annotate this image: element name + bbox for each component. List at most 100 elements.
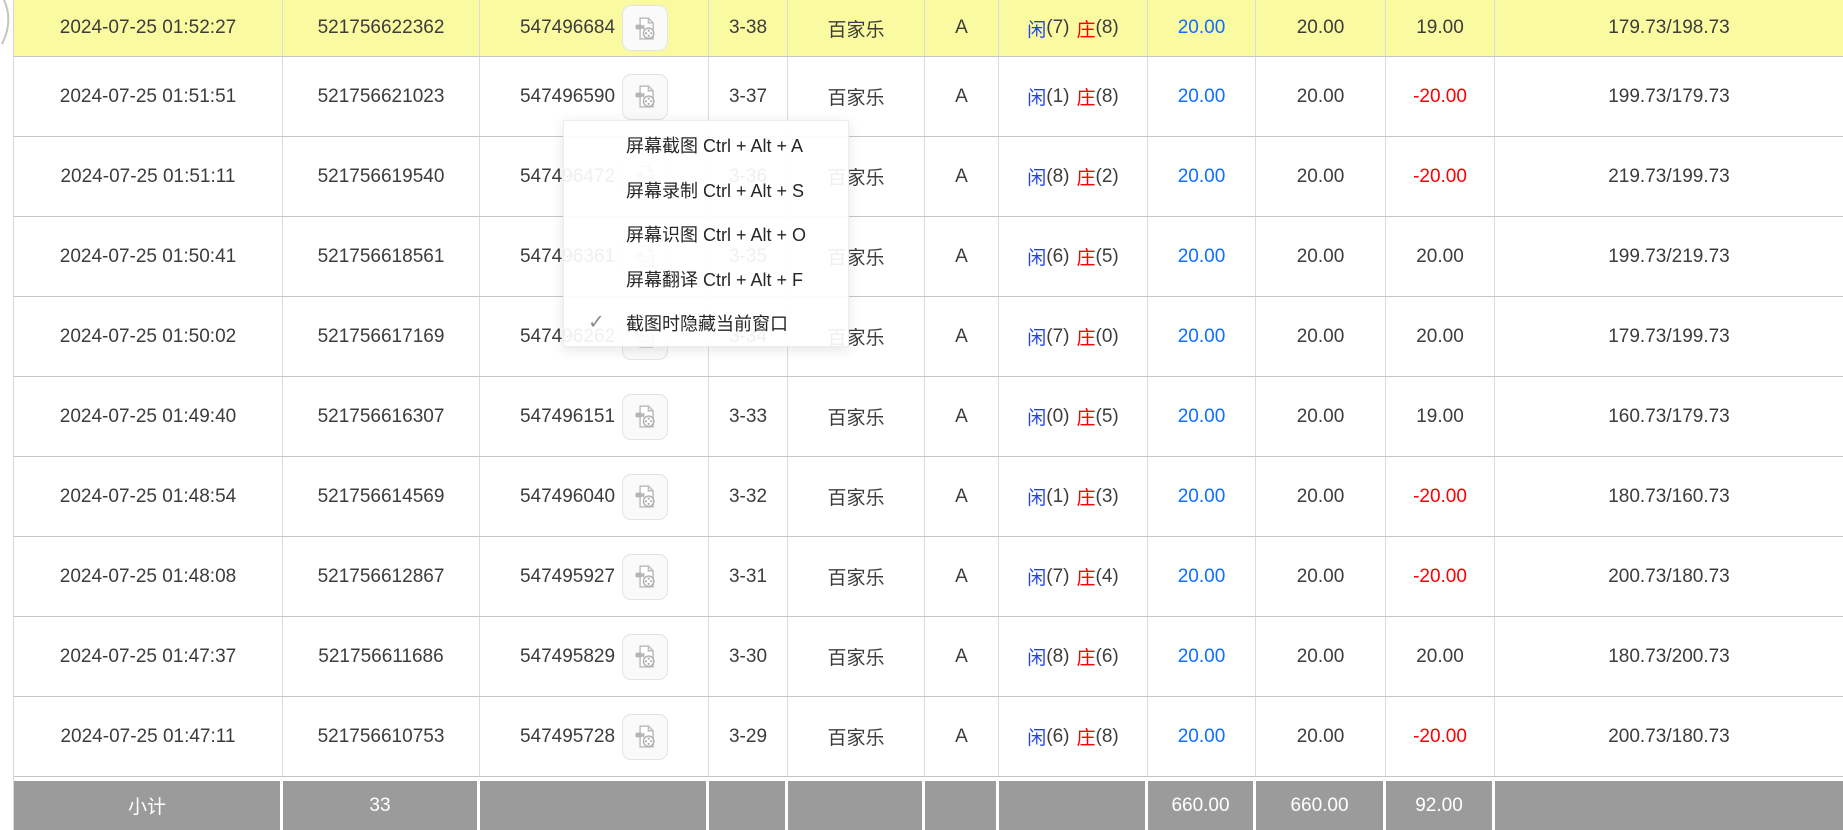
balance-cell: 179.73/199.73 bbox=[1495, 297, 1843, 376]
result-cell: 闲(1)庄(3) bbox=[999, 457, 1148, 536]
table-row: 2024-07-25 01:51:51 521756621023 5474965… bbox=[14, 57, 1843, 137]
bet-time-cell: 2024-07-25 01:51:11 bbox=[14, 137, 283, 216]
table-row: 2024-07-25 01:47:37 521756611686 5474958… bbox=[14, 617, 1843, 697]
subtotal-winloss-total: 92.00 bbox=[1386, 781, 1495, 830]
video-replay-button[interactable] bbox=[622, 714, 668, 760]
bet-id-cell: 521756622362 bbox=[283, 0, 480, 56]
player-label: 闲 bbox=[1027, 403, 1046, 430]
menu-item-screen-ocr[interactable]: ✓ 屏幕识图 Ctrl + Alt + O bbox=[564, 212, 848, 257]
subtotal-empty-game bbox=[788, 781, 925, 830]
menu-item-label: 截图时隐藏当前窗口 bbox=[626, 310, 788, 336]
player-score: (8) bbox=[1046, 646, 1069, 668]
result-cell: 闲(0)庄(5) bbox=[999, 377, 1148, 456]
result-cell: 闲(7)庄(0) bbox=[999, 297, 1148, 376]
video-replay-button[interactable] bbox=[622, 634, 668, 680]
banker-label: 庄 bbox=[1077, 323, 1096, 350]
bet-id-cell: 521756611686 bbox=[283, 617, 480, 696]
bet-amount-cell: 20.00 bbox=[1148, 57, 1256, 136]
table-row: 2024-07-25 01:48:54 521756614569 5474960… bbox=[14, 457, 1843, 537]
menu-item-label: 屏幕录制 Ctrl + Alt + S bbox=[626, 177, 804, 203]
winloss-cell: -20.00 bbox=[1386, 137, 1495, 216]
balance-cell: 199.73/179.73 bbox=[1495, 57, 1843, 136]
valid-bet-cell: 20.00 bbox=[1256, 297, 1386, 376]
banker-label: 庄 bbox=[1077, 163, 1096, 190]
table-letter-cell: A bbox=[925, 457, 999, 536]
bet-amount-cell: 20.00 bbox=[1148, 457, 1256, 536]
banker-label: 庄 bbox=[1077, 243, 1096, 270]
result-cell: 闲(6)庄(8) bbox=[999, 697, 1148, 776]
game-name-cell: 百家乐 bbox=[788, 537, 925, 616]
player-label: 闲 bbox=[1027, 723, 1046, 750]
balance-cell: 200.73/180.73 bbox=[1495, 697, 1843, 776]
table-letter-cell: A bbox=[925, 0, 999, 56]
video-replay-icon bbox=[632, 83, 659, 110]
player-score: (6) bbox=[1046, 246, 1069, 268]
subtotal-empty-gameid bbox=[480, 781, 709, 830]
table-row: 2024-07-25 01:51:11 521756619540 5474964… bbox=[14, 137, 1843, 217]
video-replay-button[interactable] bbox=[622, 74, 668, 120]
menu-item-label: 屏幕截图 Ctrl + Alt + A bbox=[626, 132, 803, 158]
game-name-cell: 百家乐 bbox=[788, 697, 925, 776]
table-row: 2024-07-25 01:50:02 521756617169 5474962… bbox=[14, 297, 1843, 377]
video-replay-button[interactable] bbox=[622, 474, 668, 520]
video-replay-button[interactable] bbox=[622, 5, 668, 51]
banker-label: 庄 bbox=[1077, 643, 1096, 670]
balance-cell: 179.73/198.73 bbox=[1495, 0, 1843, 56]
menu-item-screen-translate[interactable]: ✓ 屏幕翻译 Ctrl + Alt + F bbox=[564, 257, 848, 302]
valid-bet-cell: 20.00 bbox=[1256, 617, 1386, 696]
player-score: (8) bbox=[1046, 166, 1069, 188]
round-cell: 3-31 bbox=[709, 537, 788, 616]
winloss-cell: 20.00 bbox=[1386, 617, 1495, 696]
bet-id-cell: 521756614569 bbox=[283, 457, 480, 536]
bet-time-cell: 2024-07-25 01:50:41 bbox=[14, 217, 283, 296]
video-replay-button[interactable] bbox=[622, 394, 668, 440]
subtotal-label: 小计 bbox=[14, 781, 283, 830]
bet-id-cell: 521756616307 bbox=[283, 377, 480, 456]
table-row: 2024-07-25 01:49:40 521756616307 5474961… bbox=[14, 377, 1843, 457]
bet-amount-cell: 20.00 bbox=[1148, 137, 1256, 216]
table-letter-cell: A bbox=[925, 617, 999, 696]
menu-item-screen-record[interactable]: ✓ 屏幕录制 Ctrl + Alt + S bbox=[564, 168, 848, 213]
bet-amount-cell: 20.00 bbox=[1148, 297, 1256, 376]
menu-item-hide-window-on-capture[interactable]: ✓ 截图时隐藏当前窗口 bbox=[564, 301, 848, 346]
valid-bet-cell: 20.00 bbox=[1256, 457, 1386, 536]
winloss-cell: 20.00 bbox=[1386, 297, 1495, 376]
game-id-cell: 547495927 bbox=[480, 537, 709, 616]
player-score: (0) bbox=[1046, 406, 1069, 428]
video-replay-button[interactable] bbox=[622, 554, 668, 600]
balance-cell: 200.73/180.73 bbox=[1495, 537, 1843, 616]
winloss-cell: -20.00 bbox=[1386, 57, 1495, 136]
game-id: 547496040 bbox=[520, 486, 615, 508]
subtotal-empty-result bbox=[999, 781, 1148, 830]
game-id-cell: 547495829 bbox=[480, 617, 709, 696]
result-cell: 闲(6)庄(5) bbox=[999, 217, 1148, 296]
balance-cell: 199.73/219.73 bbox=[1495, 217, 1843, 296]
player-label: 闲 bbox=[1027, 483, 1046, 510]
game-id: 547496151 bbox=[520, 406, 615, 428]
banker-score: (6) bbox=[1096, 646, 1119, 668]
banker-score: (2) bbox=[1096, 166, 1119, 188]
menu-item-label: 屏幕翻译 Ctrl + Alt + F bbox=[626, 266, 803, 292]
bet-id-cell: 521756618561 bbox=[283, 217, 480, 296]
player-score: (7) bbox=[1046, 17, 1069, 39]
winloss-cell: -20.00 bbox=[1386, 457, 1495, 536]
betting-history-screen: 2024-07-25 01:52:27 521756622362 5474966… bbox=[0, 0, 1843, 830]
banker-score: (5) bbox=[1096, 406, 1119, 428]
bet-id-cell: 521756612867 bbox=[283, 537, 480, 616]
menu-item-screen-capture[interactable]: ✓ 屏幕截图 Ctrl + Alt + A bbox=[564, 123, 848, 168]
bet-id-cell: 521756610753 bbox=[283, 697, 480, 776]
bet-amount-cell: 20.00 bbox=[1148, 617, 1256, 696]
bet-time-cell: 2024-07-25 01:50:02 bbox=[14, 297, 283, 376]
bet-amount-cell: 20.00 bbox=[1148, 537, 1256, 616]
bet-amount-cell: 20.00 bbox=[1148, 377, 1256, 456]
bet-amount-cell: 20.00 bbox=[1148, 0, 1256, 56]
video-replay-icon bbox=[632, 643, 659, 670]
balance-cell: 180.73/160.73 bbox=[1495, 457, 1843, 536]
video-replay-icon bbox=[632, 403, 659, 430]
bet-time-cell: 2024-07-25 01:49:40 bbox=[14, 377, 283, 456]
table-row: 2024-07-25 01:50:41 521756618561 5474963… bbox=[14, 217, 1843, 297]
bet-amount-cell: 20.00 bbox=[1148, 697, 1256, 776]
round-cell: 3-32 bbox=[709, 457, 788, 536]
player-label: 闲 bbox=[1027, 163, 1046, 190]
banker-score: (8) bbox=[1096, 726, 1119, 748]
